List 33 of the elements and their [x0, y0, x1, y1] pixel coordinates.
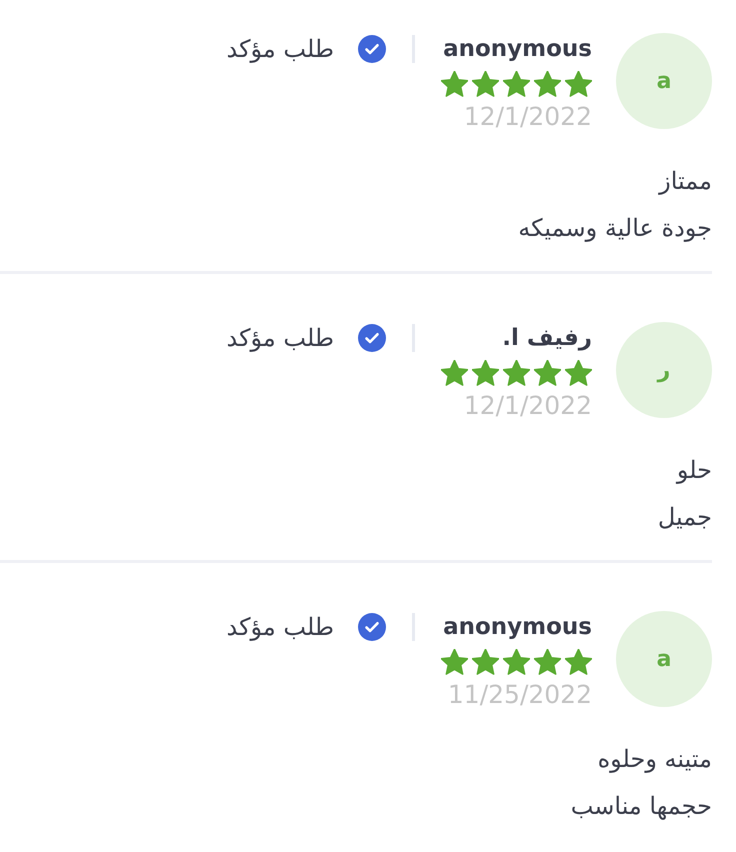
- star-icon: [503, 360, 530, 386]
- review-text: حجمها مناسب: [570, 791, 712, 822]
- user-avatar: a: [616, 611, 712, 707]
- star-icon: [441, 360, 468, 386]
- star-icon: [441, 71, 468, 97]
- reviewer-name: anonymous: [442, 613, 592, 642]
- user-avatar: a: [616, 33, 712, 129]
- star-icon: [441, 649, 468, 675]
- star-icon: [472, 649, 499, 675]
- star-icon: [534, 71, 561, 97]
- verified-label: طلب مؤكد: [226, 34, 334, 65]
- star-icon: [565, 649, 592, 675]
- star-icon: [534, 360, 561, 386]
- reviewer-name: anonymous: [442, 35, 592, 64]
- star-icon: [534, 649, 561, 675]
- star-icon: [565, 360, 592, 386]
- review-text: جميل: [656, 502, 712, 533]
- star-icon: [472, 71, 499, 97]
- verified-label: طلب مؤكد: [226, 323, 334, 354]
- star-icon: [503, 649, 530, 675]
- user-avatar: ر: [616, 322, 712, 418]
- review-date: 11/25/2022: [446, 679, 592, 711]
- review-title: متينه وحلوه: [596, 744, 712, 775]
- review-title: حلو: [674, 455, 712, 486]
- reviewer-name: رفيف ا.: [501, 324, 592, 353]
- review-date: 12/1/2022: [462, 390, 592, 422]
- star-icon: [472, 360, 499, 386]
- verified-label: طلب مؤكد: [226, 612, 334, 643]
- review-date: 12/1/2022: [462, 101, 592, 133]
- star-icon: [503, 71, 530, 97]
- star-icon: [565, 71, 592, 97]
- review-title: ممتاز: [657, 166, 712, 197]
- review-text: جودة عالية وسميكه: [517, 213, 712, 244]
